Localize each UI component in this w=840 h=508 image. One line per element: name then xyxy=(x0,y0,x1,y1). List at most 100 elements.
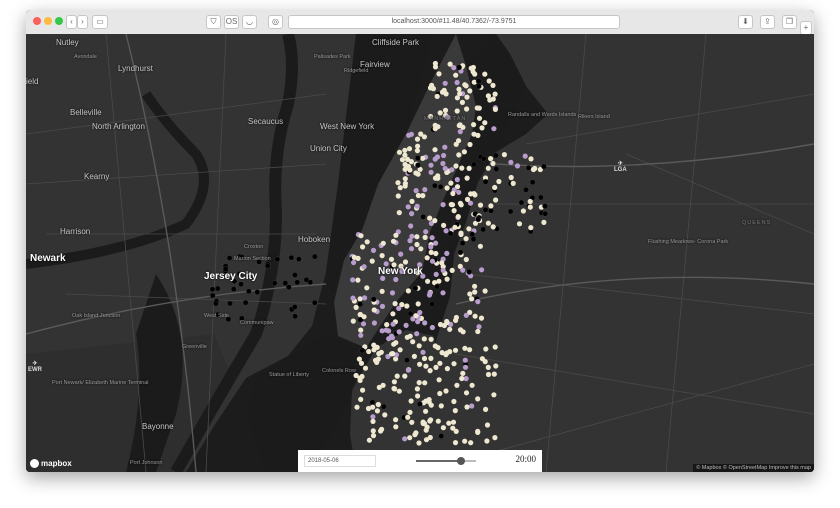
station-dot[interactable] xyxy=(472,283,478,289)
station-dot[interactable] xyxy=(423,363,429,369)
station-dot[interactable] xyxy=(409,211,415,217)
station-dot[interactable] xyxy=(432,147,438,153)
station-dot[interactable] xyxy=(434,283,440,290)
station-dot[interactable] xyxy=(468,65,474,71)
station-dot[interactable] xyxy=(444,276,450,282)
station-dot[interactable] xyxy=(525,164,532,171)
station-dot[interactable] xyxy=(433,271,439,277)
station-dot[interactable] xyxy=(460,267,466,273)
station-dot[interactable] xyxy=(362,365,369,371)
station-dot[interactable] xyxy=(448,180,454,186)
station-dot[interactable] xyxy=(485,364,491,370)
shield-extension-icon[interactable]: ⛉ xyxy=(206,15,221,29)
station-dot[interactable] xyxy=(462,364,469,370)
date-input[interactable]: 2018-05-06 xyxy=(304,455,376,467)
station-dot[interactable] xyxy=(492,184,498,191)
tabs-overview-icon[interactable]: ❐ xyxy=(782,15,797,29)
station-dot[interactable] xyxy=(456,86,462,92)
station-dot[interactable] xyxy=(479,356,485,362)
station-dot[interactable] xyxy=(370,296,377,303)
station-dot[interactable] xyxy=(390,238,397,244)
station-dot[interactable] xyxy=(430,86,436,92)
share-icon[interactable]: ⇪ xyxy=(760,15,775,29)
station-dot[interactable] xyxy=(417,361,423,367)
station-dot[interactable] xyxy=(350,318,356,324)
station-dot[interactable] xyxy=(361,264,367,270)
station-dot[interactable] xyxy=(508,174,514,181)
station-dot[interactable] xyxy=(428,249,434,255)
station-dot[interactable] xyxy=(398,251,404,257)
station-dot[interactable] xyxy=(371,320,377,326)
station-dot[interactable] xyxy=(374,359,380,365)
station-dot[interactable] xyxy=(467,141,473,148)
station-dot[interactable] xyxy=(527,204,533,210)
station-dot[interactable] xyxy=(358,332,364,338)
station-dot[interactable] xyxy=(454,177,460,183)
station-dot[interactable] xyxy=(501,152,507,158)
station-dot[interactable] xyxy=(362,295,368,301)
station-dot[interactable] xyxy=(369,399,376,406)
station-dot[interactable] xyxy=(462,438,468,444)
station-dot[interactable] xyxy=(390,311,396,317)
station-dot[interactable] xyxy=(443,228,449,234)
station-dot[interactable] xyxy=(466,226,472,232)
station-dot[interactable] xyxy=(407,435,413,441)
station-dot[interactable] xyxy=(488,207,494,214)
station-dot[interactable] xyxy=(396,305,402,311)
station-dot[interactable] xyxy=(457,200,463,206)
station-dot[interactable] xyxy=(491,126,497,132)
station-dot[interactable] xyxy=(466,269,473,275)
station-dot[interactable] xyxy=(528,156,534,162)
station-dot[interactable] xyxy=(462,345,468,351)
station-dot[interactable] xyxy=(452,440,459,446)
station-dot[interactable] xyxy=(484,438,490,444)
station-dot[interactable] xyxy=(396,149,403,155)
station-dot[interactable] xyxy=(486,78,492,84)
time-slider-thumb[interactable] xyxy=(457,457,465,465)
station-dot[interactable] xyxy=(429,301,435,307)
station-dot[interactable] xyxy=(516,221,523,227)
back-button[interactable]: ‹ xyxy=(66,15,77,29)
station-dot[interactable] xyxy=(433,250,439,257)
station-dot[interactable] xyxy=(414,331,420,337)
station-dot[interactable] xyxy=(425,278,431,284)
station-dot[interactable] xyxy=(395,180,401,186)
station-dot[interactable] xyxy=(437,321,444,328)
station-dot[interactable] xyxy=(422,320,428,326)
station-dot[interactable] xyxy=(488,156,494,162)
station-dot[interactable] xyxy=(451,398,457,405)
station-dot[interactable] xyxy=(475,78,482,85)
station-dot[interactable] xyxy=(522,153,528,159)
station-dot[interactable] xyxy=(402,373,408,379)
station-dot[interactable] xyxy=(292,272,298,278)
station-dot[interactable] xyxy=(492,106,498,112)
station-dot[interactable] xyxy=(393,417,399,423)
station-dot[interactable] xyxy=(527,198,533,205)
station-dot[interactable] xyxy=(482,206,489,213)
station-dot[interactable] xyxy=(459,240,466,246)
station-dot[interactable] xyxy=(408,398,414,404)
station-dot[interactable] xyxy=(507,208,514,215)
station-dot[interactable] xyxy=(407,310,414,317)
station-dot[interactable] xyxy=(456,122,462,129)
station-dot[interactable] xyxy=(493,363,499,369)
station-dot[interactable] xyxy=(422,380,428,386)
station-dot[interactable] xyxy=(459,375,465,382)
station-dot[interactable] xyxy=(454,382,460,388)
station-dot[interactable] xyxy=(355,255,361,261)
minimize-window-button[interactable] xyxy=(44,17,52,25)
station-dot[interactable] xyxy=(466,165,472,171)
station-dot[interactable] xyxy=(389,290,396,296)
station-dot[interactable] xyxy=(409,198,415,204)
station-dot[interactable] xyxy=(376,384,382,390)
station-dot[interactable] xyxy=(457,327,464,333)
station-dot[interactable] xyxy=(405,288,411,294)
station-dot[interactable] xyxy=(388,256,395,262)
station-dot[interactable] xyxy=(288,254,295,261)
station-dot[interactable] xyxy=(478,315,485,321)
station-dot[interactable] xyxy=(471,122,477,128)
station-dot[interactable] xyxy=(428,244,434,250)
station-dot[interactable] xyxy=(392,301,398,307)
station-dot[interactable] xyxy=(402,147,408,153)
station-dot[interactable] xyxy=(294,279,301,286)
